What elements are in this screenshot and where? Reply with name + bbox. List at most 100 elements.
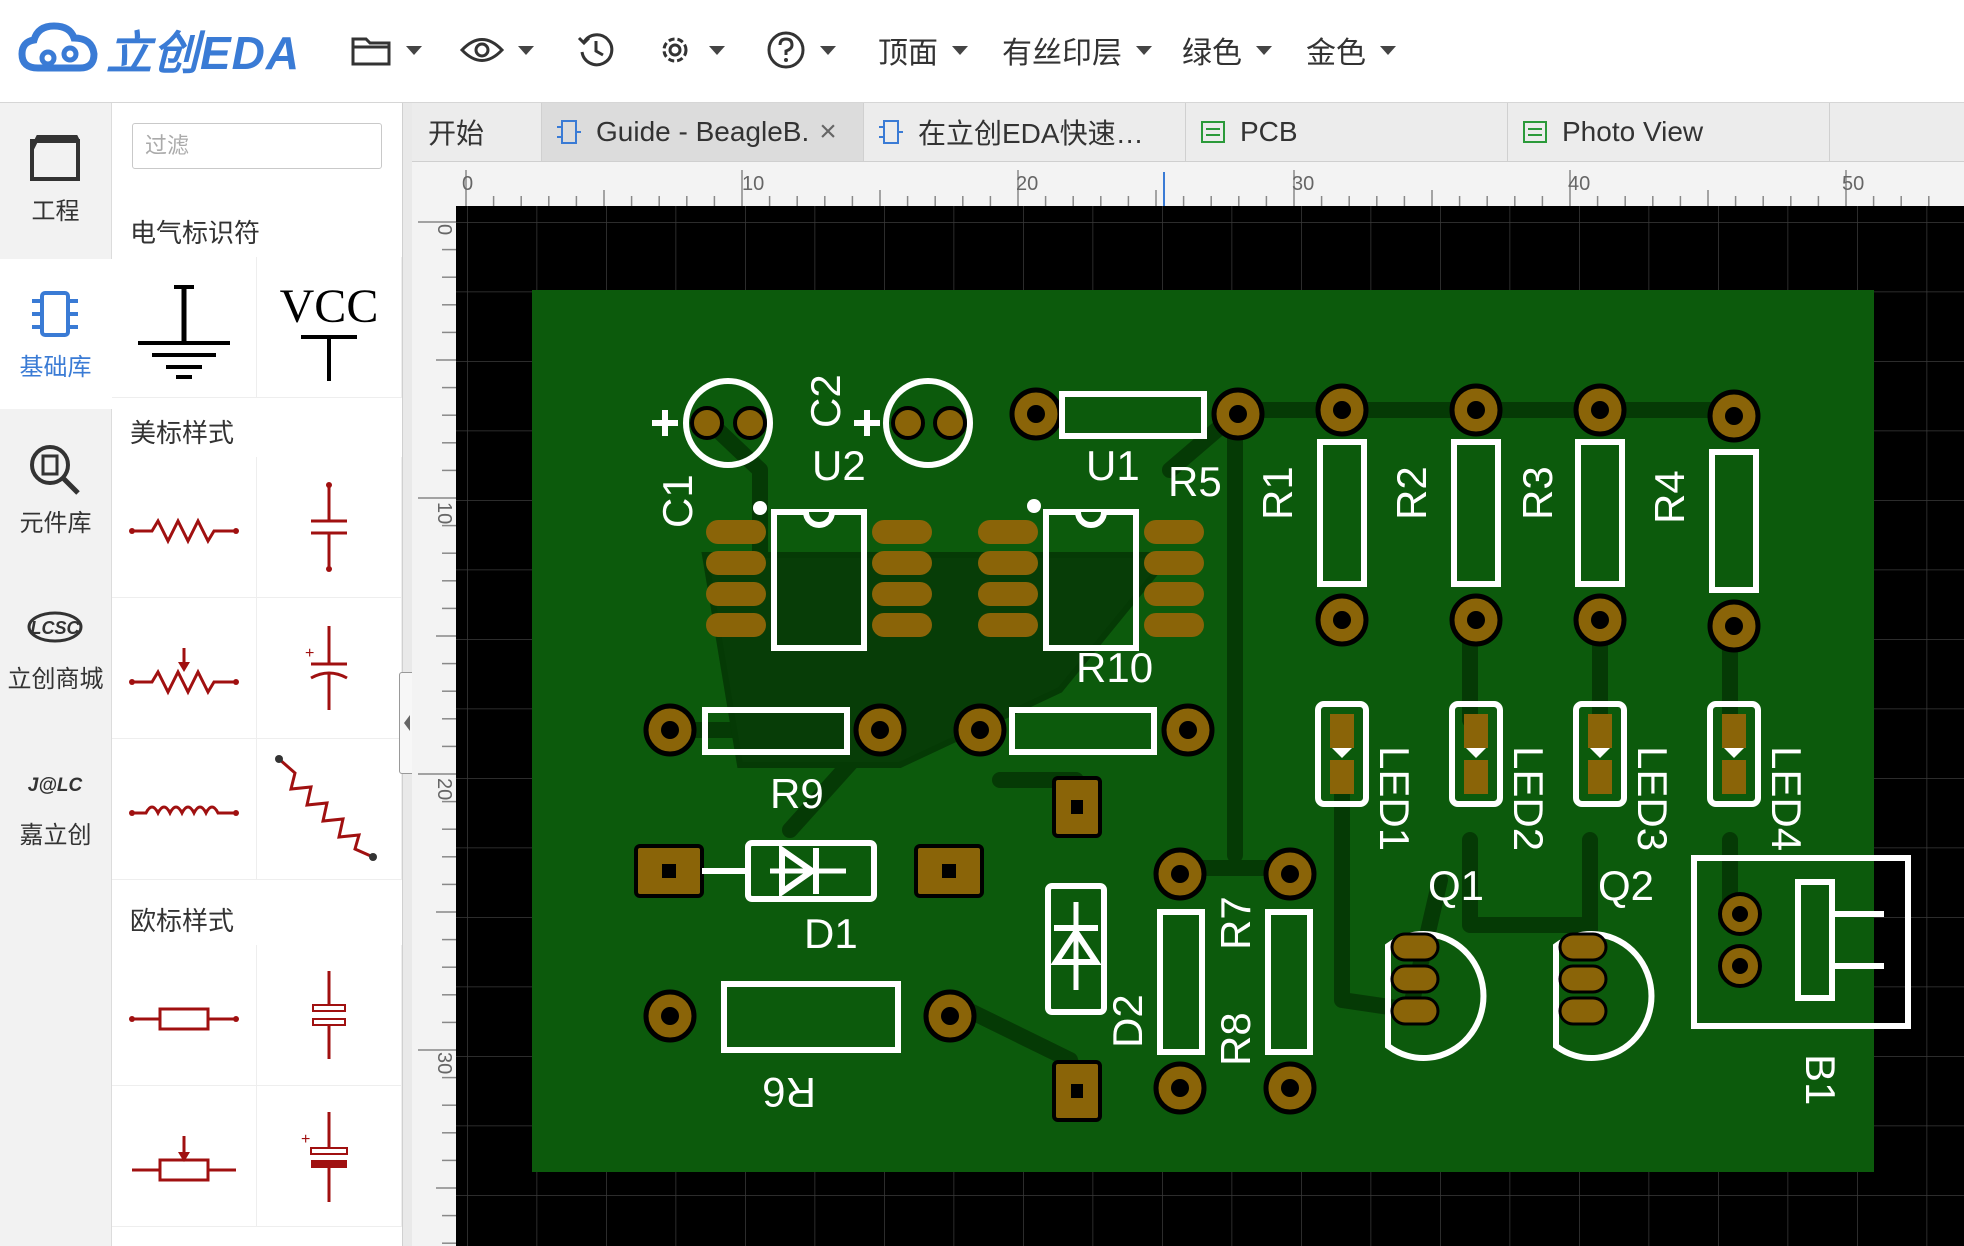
nav-item-component-library[interactable]: 元件库 bbox=[0, 415, 111, 565]
symbol-capacitor-iec[interactable] bbox=[257, 945, 402, 1086]
capacitor-iec-icon bbox=[312, 971, 346, 1059]
pad[interactable] bbox=[933, 406, 967, 440]
tab-label: 在立创EDA快速… bbox=[918, 118, 1144, 149]
pcb-canvas[interactable]: 0 10 20 30 40 50 0 10 20 30 C1 C2 U2 U1 … bbox=[412, 162, 1964, 1246]
finish-color-select[interactable]: 金色 bbox=[1306, 22, 1396, 78]
symbol-resistor-diagonal[interactable] bbox=[257, 739, 402, 880]
drill bbox=[1071, 1084, 1083, 1098]
nav-item-lcsc[interactable]: LCSC 立创商城 bbox=[0, 571, 111, 721]
resistor-icon bbox=[129, 517, 239, 545]
nav-item-basic-library[interactable]: 基础库 bbox=[0, 259, 112, 409]
ruler-top-label: 40 bbox=[1568, 173, 1590, 195]
silk-label: D2 bbox=[1104, 994, 1151, 1048]
tab-quickstart[interactable]: 在立创EDA快速… bbox=[864, 103, 1186, 161]
folder-icon bbox=[351, 37, 391, 66]
close-icon[interactable]: × bbox=[819, 115, 837, 149]
pcb-doc-icon bbox=[1523, 121, 1547, 143]
symbol-polarized-capacitor-iec[interactable]: + bbox=[257, 1086, 402, 1227]
jlc-icon: J@LC bbox=[28, 775, 83, 796]
symbol-resistor-iec[interactable] bbox=[112, 945, 257, 1086]
schematic-doc-icon bbox=[879, 120, 903, 144]
finish-color-label: 金色 bbox=[1306, 37, 1366, 70]
filter-input[interactable] bbox=[132, 123, 382, 169]
symbol-inductor-ansi[interactable] bbox=[112, 739, 257, 880]
ruler-left-label: 0 bbox=[433, 224, 455, 235]
vcc-bar-icon bbox=[301, 335, 357, 381]
chevron-down-icon bbox=[1380, 45, 1396, 55]
nav-item-jlc[interactable]: J@LC 嘉立创 bbox=[0, 727, 111, 877]
drill bbox=[1027, 405, 1045, 423]
silk-label: LED3 bbox=[1629, 746, 1676, 851]
history-icon bbox=[577, 33, 614, 67]
silk-label: U2 bbox=[812, 442, 866, 489]
view-menu[interactable] bbox=[460, 22, 534, 78]
symbol-potentiometer-ansi[interactable] bbox=[112, 598, 257, 739]
chevron-down-icon bbox=[820, 45, 836, 55]
tab-pcb[interactable]: PCB bbox=[1186, 103, 1508, 161]
silk-label: R4 bbox=[1646, 470, 1693, 524]
silk-label: R5 bbox=[1168, 458, 1222, 505]
history-button[interactable] bbox=[576, 22, 616, 78]
silk-label: LED4 bbox=[1763, 746, 1810, 851]
pad[interactable] bbox=[733, 406, 767, 440]
pad[interactable] bbox=[690, 406, 724, 440]
symbol-potentiometer-iec[interactable] bbox=[112, 1086, 257, 1227]
silk-label: R2 bbox=[1388, 466, 1435, 520]
top-ruler bbox=[412, 162, 1964, 206]
chip-icon bbox=[32, 291, 78, 337]
ruler-top-label: 0 bbox=[462, 173, 473, 195]
resistor-diagonal-icon bbox=[275, 755, 377, 861]
silk-label: D1 bbox=[804, 910, 858, 957]
chevron-down-icon bbox=[709, 45, 725, 55]
silk-label: R7 bbox=[1212, 896, 1259, 950]
tab-start[interactable]: 开始 bbox=[412, 103, 542, 161]
file-menu[interactable] bbox=[350, 22, 422, 78]
tab-label: 开始 bbox=[428, 118, 485, 149]
schematic-doc-icon bbox=[557, 120, 581, 144]
gear-icon bbox=[662, 37, 688, 63]
app-title: 立创EDA bbox=[106, 27, 301, 79]
symbol-vcc[interactable]: VCC bbox=[257, 257, 402, 398]
document-tabs: 开始 Guide - BeagleB. × 在立创EDA快速… PCB Phot… bbox=[412, 103, 1964, 162]
silk-select[interactable]: 有丝印层 bbox=[1002, 22, 1152, 78]
polarized-capacitor-icon: + bbox=[305, 626, 348, 710]
nav-item-project[interactable]: 工程 bbox=[0, 103, 111, 253]
app-logo[interactable]: 立创EDA bbox=[18, 18, 300, 82]
polarized-capacitor-iec-icon: + bbox=[301, 1112, 348, 1202]
nav-label: 元件库 bbox=[19, 510, 92, 537]
tab-label: Photo View bbox=[1562, 116, 1704, 147]
ruler-left-label: 30 bbox=[433, 1052, 455, 1074]
tab-photo-view[interactable]: Photo View bbox=[1508, 103, 1830, 161]
silk-label: R10 bbox=[1076, 644, 1153, 691]
section-title-electrical: 电气标识符 bbox=[130, 218, 261, 248]
potentiometer-icon bbox=[129, 648, 239, 696]
pcb-canvas-area[interactable]: 0 10 20 30 40 50 0 10 20 30 C1 C2 U2 U1 … bbox=[412, 162, 1964, 1246]
symbol-ground[interactable] bbox=[112, 257, 257, 398]
drill bbox=[1071, 800, 1083, 814]
help-icon bbox=[767, 31, 805, 69]
symbol-resistor-ansi[interactable] bbox=[112, 457, 257, 598]
silk-label: R1 bbox=[1254, 466, 1301, 520]
tab-label: Guide - BeagleB. bbox=[596, 116, 810, 147]
symbol-capacitor-ansi[interactable] bbox=[257, 457, 402, 598]
silk-select-label: 有丝印层 bbox=[1002, 37, 1122, 70]
project-icon bbox=[30, 135, 80, 181]
pad[interactable] bbox=[891, 406, 925, 440]
pcb-doc-icon bbox=[1201, 121, 1225, 143]
help-menu[interactable] bbox=[766, 22, 836, 78]
board-color-label: 绿色 bbox=[1182, 37, 1242, 70]
symbol-polarized-capacitor-ansi[interactable]: + bbox=[257, 598, 402, 739]
board-color-select[interactable]: 绿色 bbox=[1182, 22, 1272, 78]
silk-label: Q1 bbox=[1428, 862, 1484, 909]
inductor-icon bbox=[129, 805, 239, 817]
basic-library-panel: 电气标识符 美标样式 欧标样式 VCC + + bbox=[112, 103, 402, 1246]
silk-label: Q2 bbox=[1598, 862, 1654, 909]
settings-menu[interactable] bbox=[655, 22, 725, 78]
svg-text:J@LC: J@LC bbox=[28, 775, 83, 796]
chevron-down-icon bbox=[1256, 45, 1272, 55]
tab-guide[interactable]: Guide - BeagleB. × bbox=[542, 103, 864, 161]
ruler-top-label: 30 bbox=[1292, 173, 1314, 195]
layer-select[interactable]: 顶面 bbox=[878, 22, 968, 78]
nav-label: 嘉立创 bbox=[19, 822, 92, 849]
ruler-top-label: 20 bbox=[1016, 173, 1038, 195]
